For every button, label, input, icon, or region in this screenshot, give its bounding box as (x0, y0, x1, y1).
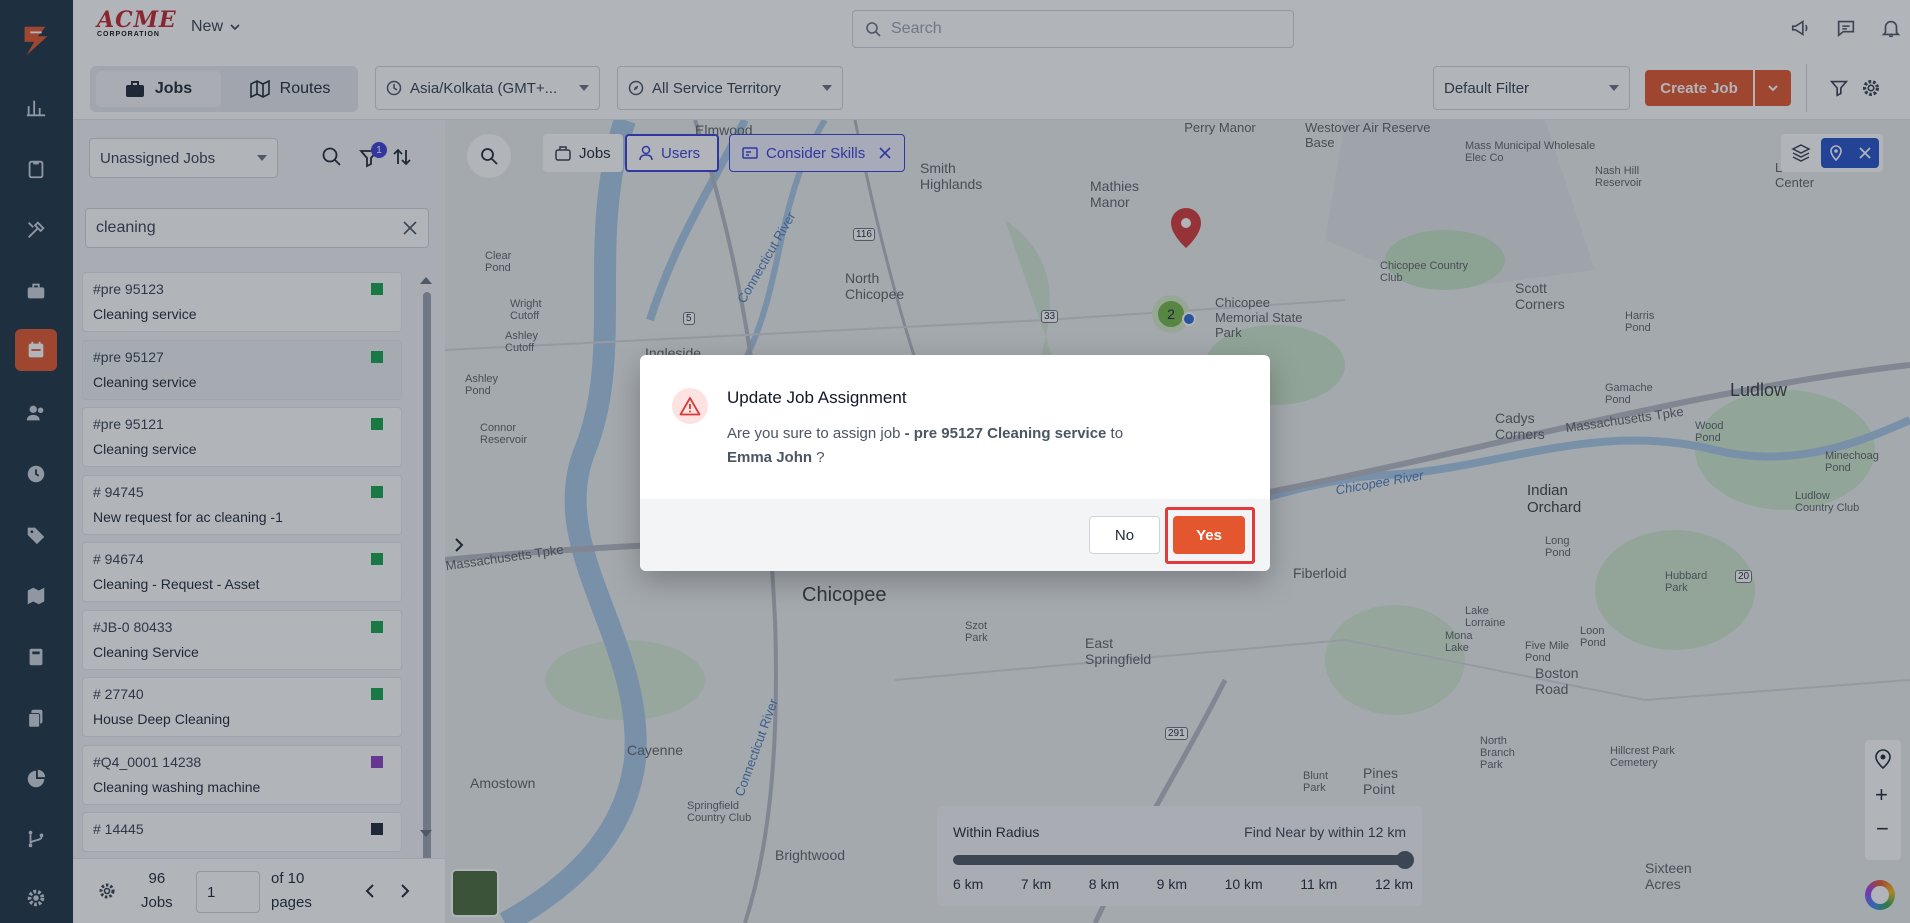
dialog-message: Are you sure to assign job - pre 95127 C… (727, 425, 1124, 466)
warning-icon (672, 388, 708, 424)
update-job-assignment-dialog: Update Job Assignment Are you sure to as… (640, 355, 1270, 571)
job-name: - pre 95127 Cleaning service (904, 425, 1107, 442)
dialog-title: Update Job Assignment (727, 388, 907, 407)
no-button[interactable]: No (1089, 516, 1160, 554)
user-name: Emma John (727, 449, 813, 466)
yes-button[interactable]: Yes (1173, 516, 1245, 554)
